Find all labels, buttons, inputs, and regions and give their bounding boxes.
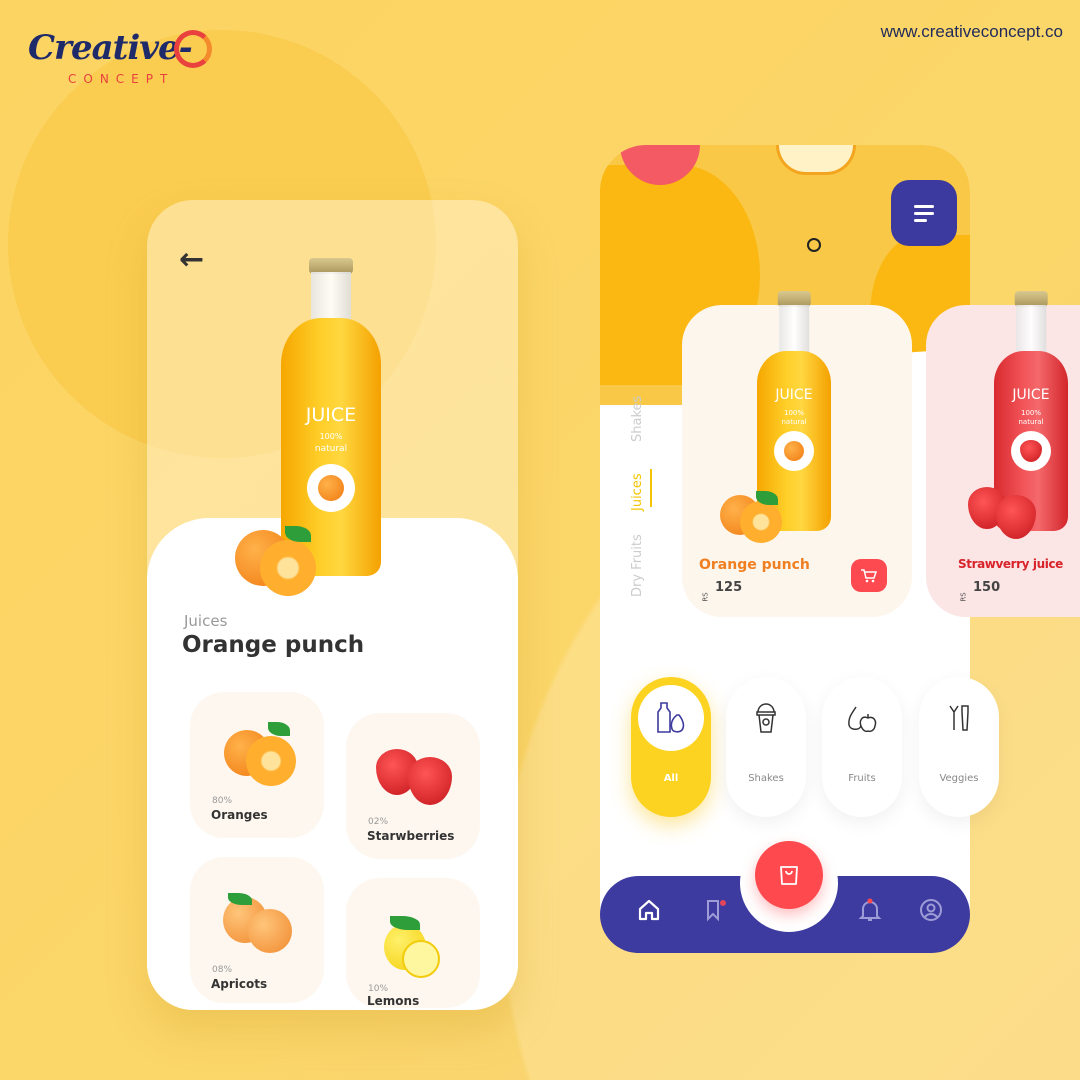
ingredient-percent: 02% (368, 817, 389, 827)
bottle-sub: natural (1018, 418, 1044, 426)
bottle-sub: 100% (319, 432, 343, 441)
ingredient-name: Apricots (211, 977, 268, 991)
menu-icon (914, 204, 934, 208)
side-tab-shakes[interactable]: Shakes (630, 396, 645, 442)
side-tab-juices[interactable]: Juices (630, 473, 645, 511)
cart-fab-button[interactable] (755, 841, 823, 909)
menu-button[interactable] (891, 180, 957, 246)
shake-cup-icon (756, 703, 776, 733)
bottle-sub: 100% (783, 409, 804, 417)
category-label: Fruits (848, 773, 876, 784)
bottle-sub: natural (314, 444, 348, 454)
category-label: Shakes (748, 773, 784, 784)
category-label: Veggies (939, 773, 979, 784)
currency: RS (701, 592, 710, 602)
product-price: 150 (973, 580, 1001, 595)
category-fruits[interactable]: Fruits (822, 677, 902, 817)
category-shakes[interactable]: Shakes (726, 677, 806, 817)
cart-icon (861, 568, 878, 582)
product-card[interactable]: JUICE 100% natural Strawverry juice RS 1… (926, 291, 1080, 617)
side-tab-dry-fruits[interactable]: Dry Fruits (630, 534, 645, 597)
ingredient-percent: 08% (212, 965, 233, 975)
home-icon[interactable] (637, 898, 661, 922)
shopping-bag-icon (780, 866, 798, 885)
ingredient-card[interactable]: 80% Oranges (190, 692, 324, 838)
product-name: Orange punch (699, 557, 810, 573)
product-card[interactable]: JUICE 100% natural Orange punch RS 125 (682, 291, 912, 617)
product-detail-screen: ← JUICE 100% natural Juices Orange punch… (147, 200, 518, 1010)
brand-logo: Creative- CONCEPT (28, 22, 228, 92)
logo-subtext: CONCEPT (68, 72, 175, 86)
ingredient-name: Lemons (367, 994, 420, 1008)
ingredient-card[interactable]: 02% Starwberries (346, 713, 480, 859)
website-url: www.creativeconcept.co (880, 22, 1063, 41)
vegetables-icon (949, 705, 969, 731)
bottle-sub: natural (781, 418, 807, 426)
bottle-label: JUICE (305, 404, 357, 426)
ingredient-percent: 80% (212, 796, 233, 806)
logo-ring-icon (174, 30, 212, 68)
product-title: Orange punch (182, 632, 365, 658)
active-tab-indicator (650, 469, 652, 507)
pear-apple-icon (848, 706, 877, 733)
ingredient-percent: 10% (368, 984, 389, 994)
ingredient-name: Oranges (211, 808, 268, 822)
category-all[interactable]: All (631, 677, 711, 817)
category-veggies[interactable]: Veggies (919, 677, 999, 817)
juice-bottle-image: JUICE 100% natural (994, 291, 1068, 531)
currency: RS (959, 592, 968, 602)
ingredient-card[interactable]: 10% Lemons (346, 878, 480, 1008)
ingredient-card[interactable]: 08% Apricots (190, 857, 324, 1003)
user-profile-icon[interactable] (919, 898, 943, 922)
add-to-cart-button[interactable] (851, 559, 887, 592)
bottle-pear-icon (657, 702, 685, 733)
bottle-label: JUICE (775, 387, 813, 403)
product-price: 125 (715, 580, 743, 595)
bell-icon[interactable] (858, 898, 882, 922)
bookmark-icon[interactable] (704, 898, 728, 922)
ingredient-name: Starwberries (367, 829, 455, 843)
product-category: Juices (184, 612, 228, 630)
logo-text: Creative- (28, 28, 193, 68)
bottle-label: JUICE (1012, 387, 1050, 403)
bottle-sub: 100% (1020, 409, 1041, 417)
category-label: All (663, 773, 679, 784)
back-arrow-icon[interactable]: ← (179, 242, 204, 277)
product-name: Strawverry juice (958, 557, 1063, 571)
